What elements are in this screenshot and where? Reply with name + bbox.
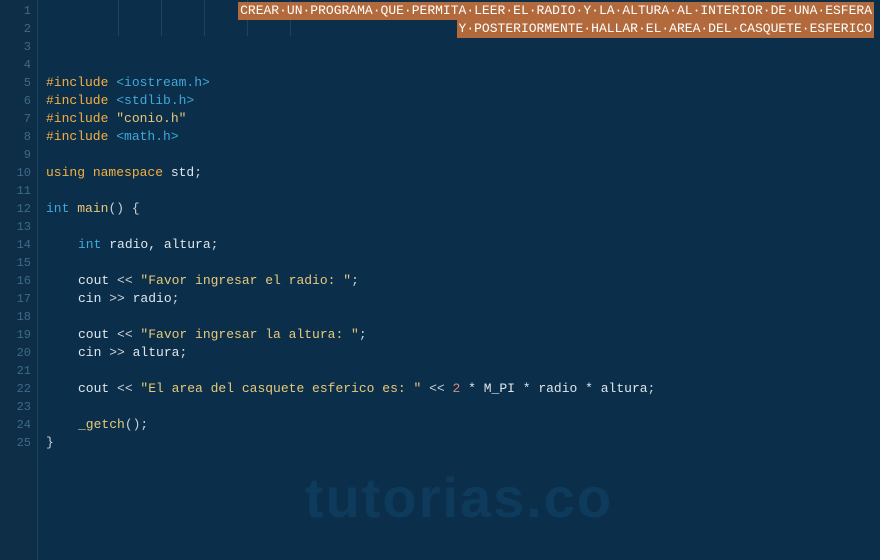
line-number: 15	[0, 254, 31, 272]
line-number: 12	[0, 200, 31, 218]
line-number: 13	[0, 218, 31, 236]
code-line-20[interactable]: cin >> altura;	[46, 344, 880, 362]
code-line-14[interactable]: int radio, altura;	[46, 236, 880, 254]
code-line-7[interactable]: #include "conio.h"	[46, 110, 880, 128]
line-number: 6	[0, 92, 31, 110]
line-number: 24	[0, 416, 31, 434]
code-line-18[interactable]	[46, 308, 880, 326]
line-number: 9	[0, 146, 31, 164]
line-number: 1	[0, 2, 31, 20]
code-line-21[interactable]	[46, 362, 880, 380]
code-line-23[interactable]	[46, 398, 880, 416]
code-line-10[interactable]: using namespace std;	[46, 164, 880, 182]
line-number: 25	[0, 434, 31, 452]
code-line-15[interactable]	[46, 254, 880, 272]
code-line-17[interactable]: cin >> radio;	[46, 290, 880, 308]
line-number: 17	[0, 290, 31, 308]
code-line-16[interactable]: cout << "Favor ingresar el radio: ";	[46, 272, 880, 290]
code-line-19[interactable]: cout << "Favor ingresar la altura: ";	[46, 326, 880, 344]
line-number: 11	[0, 182, 31, 200]
line-number: 8	[0, 128, 31, 146]
line-number: 20	[0, 344, 31, 362]
line-number: 14	[0, 236, 31, 254]
code-line-5[interactable]: #include <iostream.h>	[46, 74, 880, 92]
code-line-2[interactable]: Y·POSTERIORMENTE·HALLAR·EL·AREA·DEL·CASQ…	[46, 20, 880, 38]
code-line-25[interactable]: }	[46, 434, 880, 452]
line-number: 5	[0, 74, 31, 92]
line-number: 18	[0, 308, 31, 326]
code-line-1[interactable]: CREAR·UN·PROGRAMA·QUE·PERMITA·LEER·EL·RA…	[46, 2, 880, 20]
code-line-8[interactable]: #include <math.h>	[46, 128, 880, 146]
line-number: 10	[0, 164, 31, 182]
code-line-9[interactable]	[46, 146, 880, 164]
code-line-3[interactable]	[46, 38, 880, 56]
code-line-22[interactable]: cout << "El area del casquete esferico e…	[46, 380, 880, 398]
line-number: 7	[0, 110, 31, 128]
line-number: 21	[0, 362, 31, 380]
code-line-4[interactable]	[46, 56, 880, 74]
line-number: 23	[0, 398, 31, 416]
line-number: 19	[0, 326, 31, 344]
line-number: 3	[0, 38, 31, 56]
selected-text: CREAR·UN·PROGRAMA·QUE·PERMITA·LEER·EL·RA…	[238, 2, 874, 20]
line-number-gutter: 1 2 3 4 5 6 7 8 9 10 11 12 13 14 15 16 1…	[0, 0, 38, 560]
code-area[interactable]: CREAR·UN·PROGRAMA·QUE·PERMITA·LEER·EL·RA…	[38, 0, 880, 560]
code-line-12[interactable]: int main() {	[46, 200, 880, 218]
code-line-24[interactable]: _getch();	[46, 416, 880, 434]
line-number: 2	[0, 20, 31, 38]
code-line-6[interactable]: #include <stdlib.h>	[46, 92, 880, 110]
code-line-11[interactable]	[46, 182, 880, 200]
selected-text: Y·POSTERIORMENTE·HALLAR·EL·AREA·DEL·CASQ…	[457, 20, 874, 38]
code-editor[interactable]: 1 2 3 4 5 6 7 8 9 10 11 12 13 14 15 16 1…	[0, 0, 880, 560]
code-line-13[interactable]	[46, 218, 880, 236]
line-number: 4	[0, 56, 31, 74]
watermark-text: tutorias.co	[305, 465, 613, 530]
line-number: 16	[0, 272, 31, 290]
line-number: 22	[0, 380, 31, 398]
